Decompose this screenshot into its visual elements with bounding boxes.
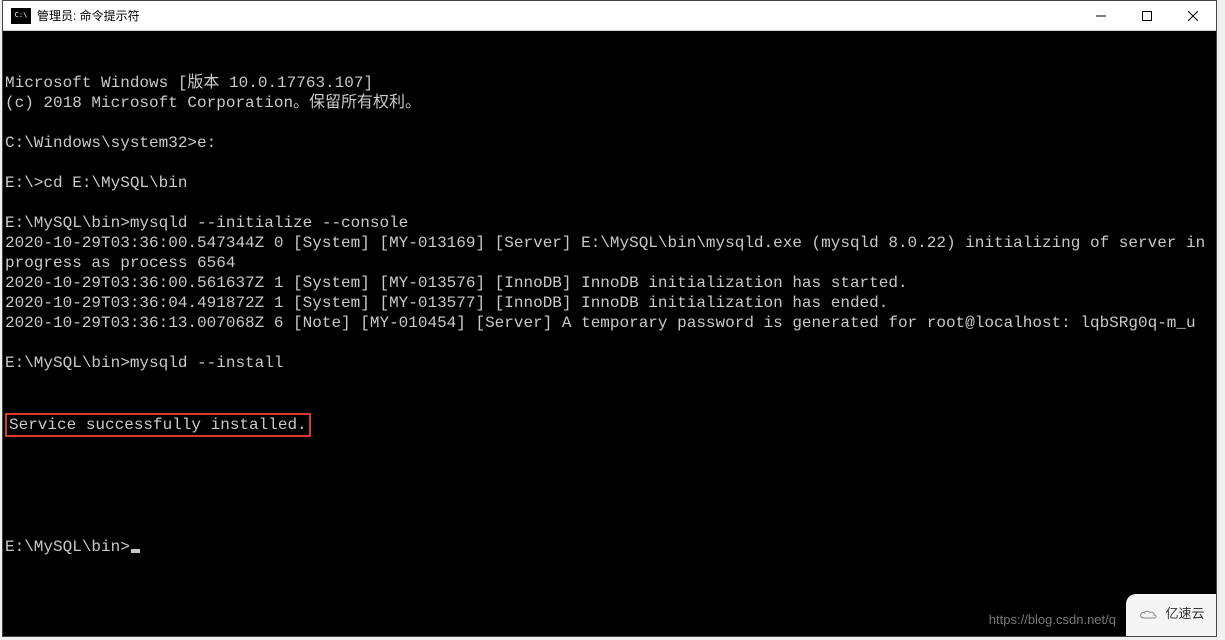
- close-button[interactable]: [1170, 1, 1216, 31]
- terminal-line: [5, 333, 1214, 353]
- terminal-line: 2020-10-29T03:36:13.007068Z 6 [Note] [MY…: [5, 313, 1214, 333]
- terminal-line: Microsoft Windows [版本 10.0.17763.107]: [5, 73, 1214, 93]
- minimize-icon: [1096, 11, 1106, 21]
- terminal-line: 2020-10-29T03:36:04.491872Z 1 [System] […: [5, 293, 1214, 313]
- minimize-button[interactable]: [1078, 1, 1124, 31]
- cursor: [131, 549, 140, 553]
- cmd-icon: C:\: [11, 8, 31, 24]
- terminal-line: 2020-10-29T03:36:00.561637Z 1 [System] […: [5, 273, 1214, 293]
- terminal-line: [5, 113, 1214, 133]
- prompt-text: E:\MySQL\bin>: [5, 538, 130, 556]
- maximize-icon: [1142, 11, 1152, 21]
- close-icon: [1188, 11, 1198, 21]
- terminal-line: C:\Windows\system32>e:: [5, 133, 1214, 153]
- highlighted-output: Service successfully installed.: [5, 413, 311, 437]
- cloud-icon: [1137, 607, 1161, 623]
- terminal-line: [5, 477, 1214, 497]
- terminal-line: E:\>cd E:\MySQL\bin: [5, 173, 1214, 193]
- titlebar[interactable]: C:\ 管理员: 命令提示符: [3, 1, 1216, 31]
- brand-text: 亿速云: [1165, 605, 1204, 625]
- maximize-button[interactable]: [1124, 1, 1170, 31]
- watermark-url: https://blog.csdn.net/q: [989, 610, 1116, 630]
- cmd-window: C:\ 管理员: 命令提示符 Microsoft Windows [版本 10.…: [2, 0, 1217, 637]
- current-prompt-line: E:\MySQL\bin>: [5, 537, 1214, 557]
- terminal-line: [5, 193, 1214, 213]
- terminal-line: E:\MySQL\bin>mysqld --install: [5, 353, 1214, 373]
- terminal-line: [5, 153, 1214, 173]
- terminal-output[interactable]: Microsoft Windows [版本 10.0.17763.107](c)…: [3, 31, 1216, 636]
- brand-badge: 亿速云: [1126, 594, 1216, 636]
- terminal-line: 2020-10-29T03:36:00.547344Z 0 [System] […: [5, 233, 1214, 273]
- window-title: 管理员: 命令提示符: [37, 7, 140, 24]
- terminal-line: E:\MySQL\bin>mysqld --initialize --conso…: [5, 213, 1214, 233]
- terminal-line: (c) 2018 Microsoft Corporation。保留所有权利。: [5, 93, 1214, 113]
